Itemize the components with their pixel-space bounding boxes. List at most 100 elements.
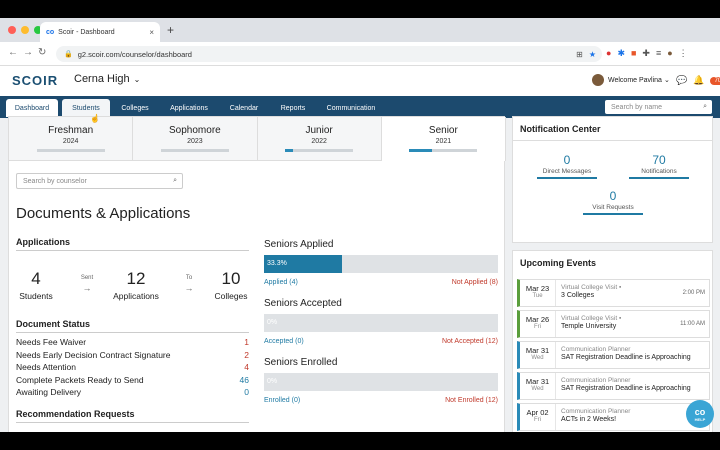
close-window-button[interactable] <box>8 26 16 34</box>
user-menu[interactable]: Welcome Pavlina ⌄ <box>592 74 670 86</box>
minimize-window-button[interactable] <box>21 26 29 34</box>
mouse-pointer-icon: ☝ <box>90 114 100 123</box>
search-icon[interactable]: ⌕ <box>703 103 707 111</box>
star-icon[interactable]: ★ <box>589 50 596 59</box>
event-item[interactable]: Mar 31 Wed Communication Planner SAT Reg… <box>517 341 710 369</box>
notification-badge[interactable]: 70 <box>710 76 720 85</box>
browser-tab[interactable]: co Scoir - Dashboard × <box>40 22 160 42</box>
senior-progress-heading: Seniors Enrolled <box>264 357 338 368</box>
help-button[interactable]: co HELP <box>686 400 714 428</box>
notifications-stat[interactable]: 70 Notifications <box>629 153 689 179</box>
scoir-logo[interactable]: SCOIR <box>12 73 58 88</box>
status-count[interactable]: 0 <box>244 387 249 397</box>
reload-icon[interactable]: ↻ <box>38 47 46 58</box>
event-item[interactable]: Mar 31 Wed Communication Planner SAT Reg… <box>517 372 710 400</box>
event-date: Mar 31 Wed <box>520 342 556 368</box>
grid-icon[interactable]: ⊞ <box>576 50 583 59</box>
extension-red-icon[interactable]: ● <box>606 48 611 59</box>
senior-progress-percent: 0% <box>267 319 278 326</box>
document-status-heading: Document Status <box>16 319 249 333</box>
senior-progress-no-link[interactable]: Not Applied (8) <box>452 279 498 286</box>
tab-dashboard[interactable]: Dashboard <box>6 99 58 117</box>
colleges-label: Colleges <box>214 291 248 301</box>
status-count[interactable]: 1 <box>244 337 249 347</box>
senior-progress-bar: 33.3% <box>264 255 498 273</box>
name-search-input[interactable]: Search by name ⌕ <box>605 100 712 114</box>
notification-center-panel: Notification Center 0 Direct Messages 70… <box>512 116 713 243</box>
chevron-down-icon: ⌄ <box>663 77 670 84</box>
event-date-day: Apr 02 <box>526 408 549 417</box>
tab-communication[interactable]: Communication <box>322 99 380 117</box>
close-tab-icon[interactable]: × <box>149 28 154 37</box>
counselor-search-input[interactable]: Search by counselor ⌕ <box>16 173 183 189</box>
class-tab-junior[interactable]: Junior 2022 <box>257 117 382 161</box>
status-label: Complete Packets Ready to Send <box>16 374 144 385</box>
senior-progress-heading: Seniors Applied <box>264 239 334 250</box>
class-tab-senior[interactable]: Senior 2021 <box>381 117 506 161</box>
senior-progress-yes-link[interactable]: Accepted (0) <box>264 338 304 345</box>
screen: co Scoir - Dashboard × + ← → ↻ 🔒 g2.scoi… <box>0 18 720 432</box>
status-count[interactable]: 4 <box>244 362 249 372</box>
media-icon[interactable]: ≡ <box>656 48 661 59</box>
app-header: SCOIR Cerna High ⌄ Welcome Pavlina ⌄ 💬 🔔 … <box>0 66 720 96</box>
url-field[interactable]: 🔒 g2.scoir.com/counselor/dashboard ⊞ ★ <box>56 46 602 62</box>
event-weekday: Wed <box>531 386 544 392</box>
event-date-day: Mar 31 <box>525 346 550 355</box>
status-count[interactable]: 2 <box>244 350 249 360</box>
direct-messages-stat[interactable]: 0 Direct Messages <box>537 153 597 179</box>
senior-progress-yes-link[interactable]: Applied (4) <box>264 279 298 286</box>
senior-progress-heading: Seniors Accepted <box>264 298 342 309</box>
visit-requests-underline <box>583 213 643 215</box>
welcome-text: Welcome Pavlina <box>608 76 662 84</box>
document-status-row[interactable]: Needs Fee Waiver 1 <box>16 336 249 349</box>
class-tab-sophomore[interactable]: Sophomore 2023 <box>133 117 258 161</box>
event-item[interactable]: Apr 02 Fri Communication Planner ACTs in… <box>517 403 710 431</box>
applications-summary: 4 Students Sent → 12 Applications To → 1… <box>16 251 249 305</box>
document-status-row[interactable]: Awaiting Delivery 0 <box>16 386 249 399</box>
tab-applications[interactable]: Applications <box>164 99 214 117</box>
visit-requests-stat[interactable]: 0 Visit Requests <box>583 189 643 215</box>
notifications-count: 70 <box>652 153 666 167</box>
class-tab-freshman[interactable]: Freshman 2024 <box>9 117 134 161</box>
extension-orange-icon[interactable]: ■ <box>631 48 636 59</box>
main-nav: Dashboard Students Colleges Applications… <box>0 96 720 118</box>
document-status-row[interactable]: Needs Attention 4 <box>16 361 249 374</box>
status-label: Needs Early Decision Contract Signature <box>16 349 171 360</box>
document-status-list: Needs Fee Waiver 1 Needs Early Decision C… <box>16 336 249 399</box>
status-label: Needs Fee Waiver <box>16 337 87 348</box>
tab-reports[interactable]: Reports <box>272 99 314 117</box>
students-label: Students <box>19 291 53 301</box>
school-selector[interactable]: Cerna High ⌄ <box>74 73 140 85</box>
profile-icon[interactable]: ● <box>667 48 672 59</box>
back-icon[interactable]: ← <box>8 47 18 58</box>
event-list: Mar 23 Tue Virtual College Visit ▪ 3 Col… <box>517 279 710 432</box>
senior-progress-no-link[interactable]: Not Enrolled (12) <box>445 397 498 404</box>
forward-icon[interactable]: → <box>23 47 33 58</box>
search-icon[interactable]: ⌕ <box>173 177 177 185</box>
document-status-row[interactable]: Complete Packets Ready to Send 46 <box>16 374 249 387</box>
tab-calendar[interactable]: Calendar <box>222 99 266 117</box>
senior-progress-no-link[interactable]: Not Accepted (12) <box>442 338 498 345</box>
new-tab-icon[interactable]: + <box>167 23 174 37</box>
video-icon: ▪ <box>618 315 622 322</box>
event-title: SAT Registration Deadline is Approaching <box>561 354 691 361</box>
status-count[interactable]: 46 <box>240 375 249 385</box>
tab-students[interactable]: Students <box>62 99 110 117</box>
tab-colleges[interactable]: Colleges <box>114 99 156 117</box>
applications-heading: Applications <box>16 237 249 251</box>
kebab-menu-icon[interactable]: ⋮ <box>679 48 688 59</box>
event-item[interactable]: Mar 23 Tue Virtual College Visit ▪ 3 Col… <box>517 279 710 307</box>
event-weekday: Fri <box>534 324 541 330</box>
browser-address-bar: ← → ↻ 🔒 g2.scoir.com/counselor/dashboard… <box>0 42 720 66</box>
extension-gear-icon[interactable]: ✱ <box>617 48 625 59</box>
event-item[interactable]: Mar 26 Fri Virtual College Visit ▪ Templ… <box>517 310 710 338</box>
document-status-row[interactable]: Needs Early Decision Contract Signature … <box>16 349 249 362</box>
senior-progress-yes-link[interactable]: Enrolled (0) <box>264 397 300 404</box>
url-text: g2.scoir.com/counselor/dashboard <box>77 49 192 59</box>
event-time: 11:00 AM <box>680 321 705 327</box>
bell-icon[interactable]: 🔔 <box>693 75 704 86</box>
to-label: To <box>185 275 193 281</box>
messages-icon[interactable]: 💬 <box>676 75 687 86</box>
puzzle-icon[interactable]: ✚ <box>642 48 650 59</box>
chevron-down-icon: ⌄ <box>133 75 141 84</box>
